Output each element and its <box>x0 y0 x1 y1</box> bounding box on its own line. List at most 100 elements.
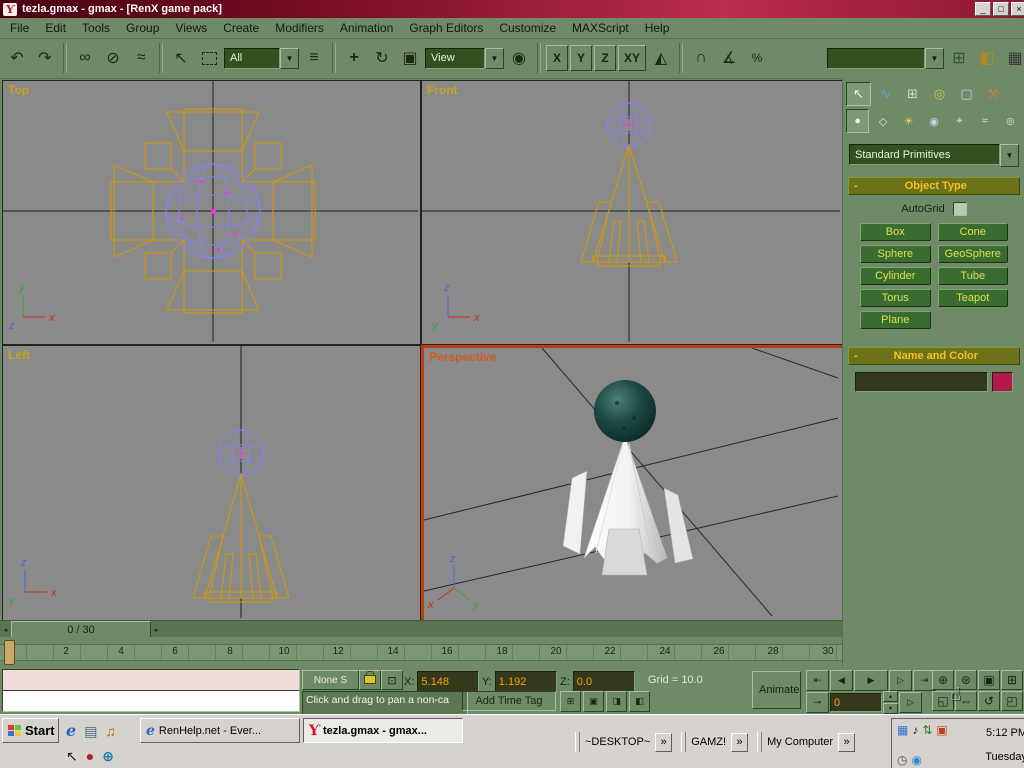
tube-button[interactable]: Tube <box>938 267 1009 285</box>
min-max-toggle-icon[interactable]: ◰ <box>1001 691 1023 711</box>
degradation-icon[interactable]: ◨ <box>606 691 627 712</box>
viewport-layout-icon[interactable]: ⊞ <box>560 691 581 712</box>
object-name-input[interactable] <box>855 372 988 392</box>
chevron-down-icon[interactable]: ▼ <box>280 48 299 69</box>
media-player-icon[interactable]: ♫ <box>105 724 116 738</box>
render-scene-icon[interactable]: ▦ <box>1002 44 1024 72</box>
animate-button[interactable]: Animate <box>752 671 801 709</box>
cameras-category-icon[interactable]: ◉ <box>922 109 945 133</box>
geosphere-button[interactable]: GeoSphere <box>938 245 1009 263</box>
selection-filter-status[interactable]: None S <box>302 670 359 690</box>
tab-create-icon[interactable]: ↖ <box>846 82 871 106</box>
reference-coordinate-dropdown[interactable]: View ▼ <box>425 48 504 69</box>
frame-forward-icon[interactable]: ▸ <box>151 622 162 637</box>
menu-create[interactable]: Create <box>215 18 267 38</box>
add-time-tag[interactable]: Add Time Tag <box>462 691 556 711</box>
select-and-move-icon[interactable]: + <box>341 44 367 72</box>
taskbar-task-renhelp[interactable]: e RenHelp.net - Ever... <box>140 718 300 743</box>
minimize-button[interactable]: _ <box>975 2 991 16</box>
helpers-category-icon[interactable]: ⌖ <box>948 109 971 133</box>
chevron-more-icon[interactable]: » <box>731 733 748 752</box>
busy-cursor-icon[interactable]: ↖ <box>66 749 78 763</box>
menu-edit[interactable]: Edit <box>37 18 74 38</box>
tab-hierarchy-icon[interactable]: ⊞ <box>900 82 925 106</box>
select-and-scale-icon[interactable]: ▣ <box>397 44 423 72</box>
transform-typein-icon[interactable]: ▣ <box>583 691 604 712</box>
taskbar-task-gmax[interactable]: Ƴ tezla.gmax - gmax... <box>303 718 463 743</box>
tab-utilities-icon[interactable]: ⚒ <box>981 82 1006 106</box>
time-slider-handle[interactable]: 0 / 30 <box>11 621 151 638</box>
arc-rotate-icon[interactable]: ↺ <box>978 691 1000 711</box>
tab-motion-icon[interactable]: ◎ <box>927 82 952 106</box>
chevron-down-icon[interactable]: ▼ <box>1000 144 1019 167</box>
toolbar-grip[interactable] <box>575 732 580 752</box>
menu-graph-editors[interactable]: Graph Editors <box>401 18 491 38</box>
messenger-icon[interactable]: ◉ <box>911 754 921 766</box>
graphics-tray-icon[interactable]: ▣ <box>936 724 947 736</box>
taskbar-clock[interactable]: 5:12 PM Tuesday <box>985 721 1024 768</box>
macro-recorder-field[interactable] <box>2 669 300 691</box>
red-app-icon[interactable]: ● <box>86 749 94 763</box>
display-settings-icon[interactable]: ▦ <box>897 724 908 736</box>
box-button[interactable]: Box <box>860 223 931 241</box>
zoom-extents-icon[interactable]: ▣ <box>978 670 1000 690</box>
lights-category-icon[interactable]: ☀ <box>897 109 920 133</box>
cylinder-button[interactable]: Cylinder <box>860 267 931 285</box>
restrict-x-button[interactable]: X <box>546 45 568 71</box>
restrict-xy-plane-button[interactable]: XY <box>618 45 646 71</box>
cone-button[interactable]: Cone <box>938 223 1009 241</box>
absolute-mode-button[interactable]: ⊡ <box>381 670 403 690</box>
play-animation-icon[interactable]: ▶ <box>854 670 888 691</box>
listener-field[interactable] <box>2 690 300 712</box>
restore-button[interactable]: □ <box>993 2 1009 16</box>
next-frame-icon[interactable]: ▷ <box>889 670 912 691</box>
teapot-button[interactable]: Teapot <box>938 289 1009 307</box>
select-and-rotate-icon[interactable]: ↻ <box>369 44 395 72</box>
bind-to-spacewarp-icon[interactable]: ≈ <box>128 44 154 72</box>
systems-category-icon[interactable]: ⊚ <box>999 109 1022 133</box>
zoom-extents-all-icon[interactable]: ⊞ <box>1001 670 1023 690</box>
x-coordinate-field[interactable]: 5.148 <box>417 671 479 692</box>
menu-group[interactable]: Group <box>118 18 167 38</box>
chevron-down-icon[interactable]: ▼ <box>485 48 504 69</box>
select-object-icon[interactable]: ↖ <box>168 44 194 72</box>
frame-spin-up-icon[interactable]: ▴ <box>883 691 898 702</box>
undo-icon[interactable]: ↶ <box>4 44 30 72</box>
z-coordinate-field[interactable]: 0.0 <box>573 671 635 692</box>
use-pivot-center-icon[interactable]: ◉ <box>506 44 532 72</box>
viewport-front[interactable]: Front z <box>421 80 843 345</box>
schematic-view-icon[interactable]: ⊞ <box>946 44 972 72</box>
viewport-top[interactable]: Top <box>2 80 421 345</box>
spacewarps-category-icon[interactable]: ≈ <box>973 109 996 133</box>
menu-tools[interactable]: Tools <box>74 18 118 38</box>
start-button[interactable]: Start <box>2 718 59 743</box>
unlink-selection-icon[interactable]: ⊘ <box>100 44 126 72</box>
y-coordinate-field[interactable]: 1.192 <box>495 671 557 692</box>
geometry-category-icon[interactable]: ● <box>846 109 869 133</box>
adaptive-icon[interactable]: ◧ <box>629 691 650 712</box>
name-color-rollout-header[interactable]: - Name and Color <box>848 347 1020 365</box>
key-mode-icon[interactable]: ⊸ <box>806 692 829 713</box>
selection-lock-button[interactable] <box>359 670 381 690</box>
region-select-icon[interactable] <box>196 44 222 72</box>
track-bar[interactable]: 2 4 6 8 10 12 14 16 18 20 22 24 26 28 30 <box>0 637 842 666</box>
percent-snap-icon[interactable]: % <box>744 44 770 72</box>
torus-button[interactable]: Torus <box>860 289 931 307</box>
select-by-name-icon[interactable]: ≡ <box>301 44 327 72</box>
volume-icon[interactable]: ♪ <box>912 724 918 736</box>
primitive-category-dropdown[interactable]: Standard Primitives ▼ <box>849 144 1019 167</box>
select-and-link-icon[interactable]: ∞ <box>72 44 98 72</box>
close-button[interactable]: × <box>1011 2 1024 16</box>
go-to-start-icon[interactable]: ⇤ <box>806 670 829 691</box>
menu-views[interactable]: Views <box>167 18 215 38</box>
object-type-rollout-header[interactable]: - Object Type <box>848 177 1020 195</box>
snap-toggle-icon[interactable]: ∩ <box>688 44 714 72</box>
object-color-swatch[interactable] <box>992 372 1013 392</box>
next-key-icon[interactable]: ▷ <box>899 692 922 713</box>
chevron-down-icon[interactable]: ▼ <box>925 48 944 69</box>
frame-spin-down-icon[interactable]: ▾ <box>883 703 898 714</box>
menu-customize[interactable]: Customize <box>491 18 564 38</box>
toolbar-grip[interactable] <box>681 732 686 752</box>
chevron-more-icon[interactable]: » <box>838 733 855 752</box>
restrict-y-button[interactable]: Y <box>570 45 592 71</box>
